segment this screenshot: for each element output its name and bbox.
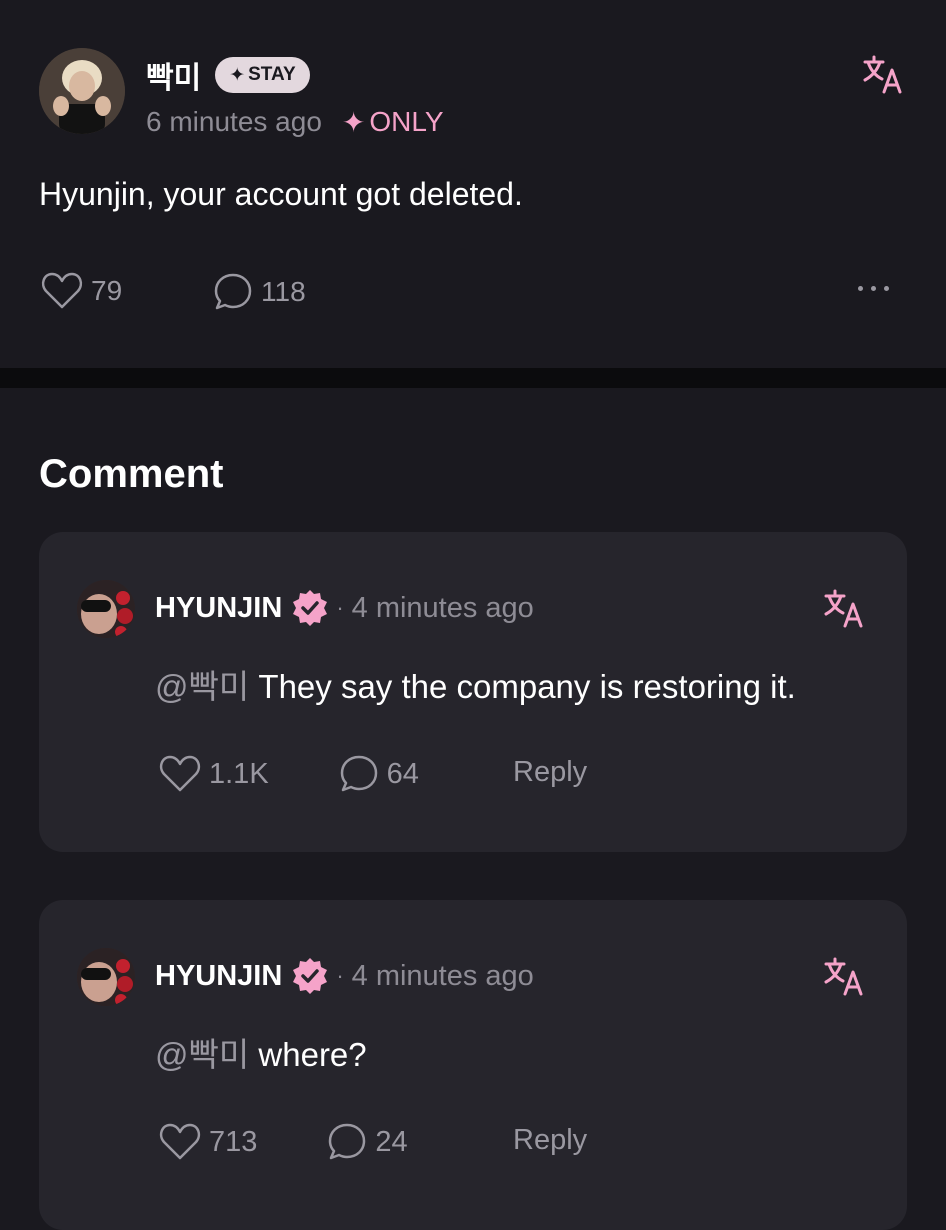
separator-dot: · — [336, 595, 344, 620]
comment-actions: 713 24 — [159, 1122, 408, 1162]
section-divider — [0, 368, 946, 388]
comment-text: @빡미 They say the company is restoring it… — [155, 660, 796, 708]
only-label: ✦ ONLY — [342, 106, 444, 139]
comment-bubble-icon — [329, 1123, 366, 1160]
heart-icon — [159, 755, 201, 792]
separator-dot: · — [336, 963, 344, 988]
comment-count-button[interactable]: 118 — [213, 272, 306, 312]
commenter-name[interactable]: HYUNJIN — [155, 592, 282, 625]
like-count: 79 — [91, 275, 123, 306]
author-avatar[interactable] — [39, 48, 125, 134]
replies-button[interactable]: 64 — [339, 754, 419, 794]
comment-actions: 1.1K 64 — [159, 754, 419, 794]
mention-link[interactable]: @빡미 — [155, 1036, 249, 1073]
reply-count: 64 — [386, 757, 419, 790]
comment-card: HYUNJIN · 4 minutes ago @빡미 They say the… — [39, 532, 907, 852]
comment-bubble-icon — [340, 755, 377, 792]
reply-button[interactable]: Reply — [513, 756, 587, 789]
heart-icon — [41, 272, 83, 309]
translate-icon[interactable] — [823, 956, 865, 998]
sparkle-icon: ✦ — [341, 106, 366, 138]
comment-time: 4 minutes ago — [351, 591, 534, 624]
mention-link[interactable]: @빡미 — [155, 668, 249, 705]
comment-section-title: Comment — [39, 452, 224, 496]
reply-button[interactable]: Reply — [513, 1124, 587, 1157]
comment-bubble-icon — [214, 273, 252, 310]
translate-icon[interactable] — [862, 54, 904, 96]
sparkle-icon: ✦ — [229, 64, 246, 86]
like-button[interactable]: 713 — [159, 1123, 257, 1161]
comment-body: where? — [258, 1036, 367, 1073]
comment-body: They say the company is restoring it. — [258, 668, 796, 705]
comment-card: HYUNJIN · 4 minutes ago @빡미 where? 713 2… — [39, 900, 907, 1230]
heart-icon — [159, 1123, 201, 1160]
post-time: 6 minutes ago — [146, 106, 322, 137]
comment-count: 118 — [261, 276, 306, 307]
commenter-avatar[interactable] — [77, 948, 135, 1006]
commenter-name[interactable]: HYUNJIN — [155, 960, 282, 993]
comment-text: @빡미 where? — [155, 1028, 367, 1076]
author-name[interactable]: 빡미 — [146, 53, 201, 97]
replies-button[interactable]: 24 — [327, 1122, 408, 1162]
translate-icon[interactable] — [823, 588, 865, 630]
like-count: 713 — [209, 1125, 258, 1158]
reply-count: 24 — [375, 1125, 408, 1158]
verified-icon — [293, 590, 328, 626]
commenter-avatar[interactable] — [77, 580, 135, 638]
only-label-text: ONLY — [369, 106, 444, 137]
like-count: 1.1K — [209, 757, 269, 790]
more-icon[interactable] — [858, 286, 889, 291]
post: 빡미 ✦ STAY 6 minutes ago ✦ ONLY Hyunjin, … — [0, 0, 946, 368]
post-body: Hyunjin, your account got deleted. — [39, 176, 523, 212]
like-button[interactable]: 79 — [41, 272, 122, 310]
stay-badge-label: STAY — [248, 64, 296, 85]
stay-badge: ✦ STAY — [215, 57, 310, 93]
like-button[interactable]: 1.1K — [159, 755, 269, 793]
verified-icon — [293, 958, 328, 994]
comment-time: 4 minutes ago — [351, 959, 534, 992]
